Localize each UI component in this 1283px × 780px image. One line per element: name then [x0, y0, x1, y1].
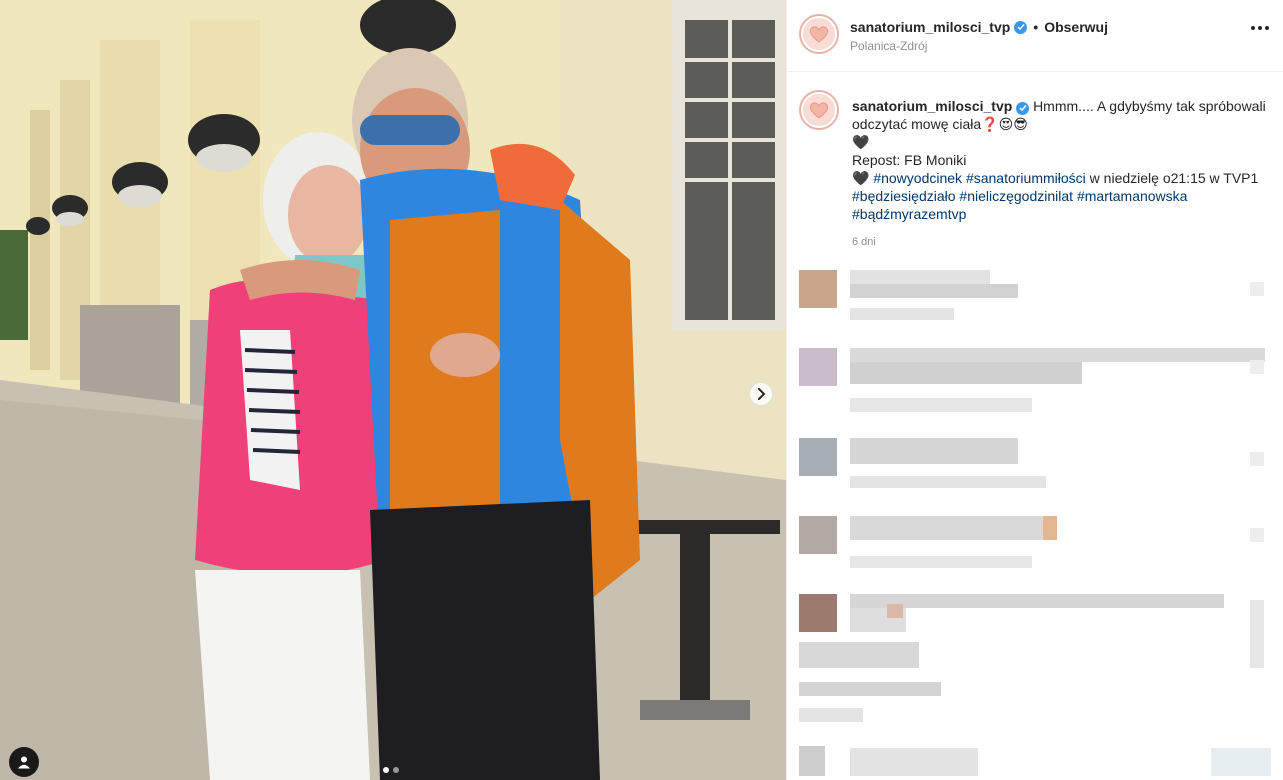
caption-line-2: odczytać mowę ciała [852, 116, 982, 132]
photo-scene [0, 0, 786, 780]
carousel-indicator [383, 767, 399, 773]
post-sidebar: sanatorium_milosci_tvp • Obserwuj Polani… [786, 0, 1283, 780]
heart-logo-icon [809, 102, 829, 119]
caption-username[interactable]: sanatorium_milosci_tvp [852, 98, 1012, 114]
carousel-dot-active [383, 767, 389, 773]
blurred-comment [1211, 748, 1271, 776]
blurred-comment [850, 348, 1265, 362]
blurred-like-icon [1250, 528, 1264, 542]
hashtag-link[interactable]: #sanatoriummiłości [966, 170, 1086, 186]
blurred-comment-meta [850, 308, 954, 320]
hashtag-link[interactable]: #bądźmyrazemtvp [852, 206, 966, 222]
blurred-comment-accent [1043, 516, 1057, 540]
post-location[interactable]: Polanica-Zdrój [850, 39, 927, 53]
heart-logo-icon [809, 26, 829, 43]
blurred-avatar [799, 746, 825, 776]
caption-broadcast-info: w niedzielę o21:15 w TVP1 [1085, 170, 1259, 186]
hashtag-link[interactable]: #martamanowska [1077, 188, 1188, 204]
more-options-icon[interactable] [1251, 26, 1269, 30]
verified-badge-icon [1014, 20, 1028, 34]
caption-line-1: Hmmm.... A gdybyśmy tak spróbowali [1033, 98, 1266, 114]
caption-text: sanatorium_milosci_tvp Hmmm.... A gdybyś… [852, 97, 1272, 223]
blurred-comment [799, 682, 941, 696]
carousel-dot [393, 767, 399, 773]
blurred-comment [850, 438, 1018, 464]
header-line: sanatorium_milosci_tvp • Obserwuj [850, 19, 1108, 35]
separator-dot: • [1033, 19, 1039, 35]
hashtag-link[interactable]: #nowyodcinek [873, 170, 962, 186]
author-avatar[interactable] [799, 14, 839, 54]
caption-emoji: ❓😍😎 [981, 116, 1028, 132]
author-username[interactable]: sanatorium_milosci_tvp [850, 19, 1010, 35]
blurred-comment [850, 362, 1082, 384]
blurred-comment-meta [850, 556, 1032, 568]
post-time-ago: 6 dni [852, 236, 876, 248]
blurred-comment-accent [887, 604, 903, 618]
blurred-avatar [799, 270, 837, 308]
blurred-like-icon [1250, 282, 1264, 296]
next-photo-button[interactable] [749, 382, 773, 406]
hashtag-link[interactable]: #nieliczęgodzinilat [959, 188, 1073, 204]
verified-badge-icon [1016, 101, 1030, 115]
blurred-avatar [799, 594, 837, 632]
blurred-like-icon [1250, 600, 1264, 668]
blurred-comment [850, 284, 1018, 298]
caption-repost: Repost: FB Moniki [852, 152, 967, 168]
blurred-comment-meta [850, 398, 1032, 412]
blurred-avatar [799, 438, 837, 476]
follow-button[interactable]: Obserwuj [1044, 19, 1108, 35]
blurred-comment [850, 516, 1056, 540]
blurred-comment-meta [799, 708, 863, 722]
caption-heart: 🖤 [852, 134, 870, 150]
caption-avatar[interactable] [799, 90, 839, 130]
blurred-comment [799, 642, 919, 668]
hashtag-link[interactable]: #będziesiędziało [852, 188, 956, 204]
user-tag-button[interactable] [9, 747, 39, 777]
blurred-like-icon [1250, 360, 1264, 374]
post-photo[interactable] [0, 0, 786, 780]
blurred-avatar [799, 516, 837, 554]
blurred-avatar [799, 348, 837, 386]
blurred-comment [850, 270, 990, 284]
chevron-right-icon [758, 388, 766, 400]
caption-heart-2: 🖤 [852, 170, 870, 186]
blurred-like-icon [1250, 452, 1264, 466]
blurred-comment [850, 594, 1224, 608]
user-tag-icon [18, 756, 30, 769]
post-header: sanatorium_milosci_tvp • Obserwuj Polani… [787, 0, 1283, 72]
blurred-comment-meta [850, 476, 1046, 488]
blurred-comment [850, 748, 978, 776]
